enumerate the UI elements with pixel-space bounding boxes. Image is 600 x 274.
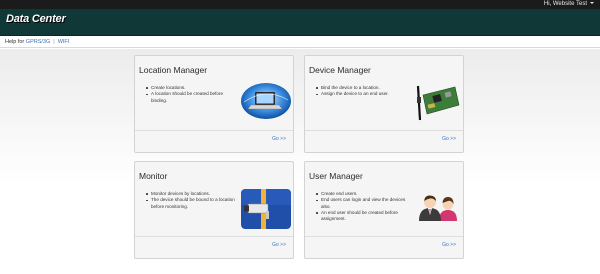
laptop-globe-icon <box>240 82 292 120</box>
card-bullet: The device should be bound to a location… <box>143 197 239 210</box>
card-location-manager: Location Manager Create locations. A loc… <box>134 55 294 153</box>
help-prefix: Help for <box>5 39 25 45</box>
card-divider <box>135 130 293 131</box>
users-icon <box>415 193 459 221</box>
card-bullet: An end user should be created before ass… <box>313 210 409 223</box>
main-content: Location Manager Create locations. A loc… <box>0 49 600 274</box>
card-bullets: Monitor devices by locations. The device… <box>143 191 239 210</box>
card-device-manager: Device Manager Bind the device to a loca… <box>304 55 464 153</box>
card-divider <box>305 236 463 237</box>
user-greeting: Hi, Website Test <box>543 1 587 7</box>
card-bullet: A location should be created before bind… <box>143 91 239 104</box>
top-bar: Hi, Website Test <box>0 0 600 9</box>
brand-logo[interactable]: Data Center <box>6 13 66 25</box>
go-button[interactable]: Go >> <box>442 136 456 142</box>
help-link-wifi[interactable]: WIFI <box>58 39 70 45</box>
card-divider <box>305 130 463 131</box>
card-bullets: Create locations. A location should be c… <box>143 85 239 104</box>
header: Data Center <box>0 9 600 36</box>
card-title: Monitor <box>139 171 168 181</box>
card-bullet: End users can login and view the devices… <box>313 197 409 210</box>
card-divider <box>135 236 293 237</box>
card-monitor: Monitor Monitor devices by locations. Th… <box>134 161 294 259</box>
go-button[interactable]: Go >> <box>442 242 456 248</box>
card-user-manager: User Manager Create end users. End users… <box>304 161 464 259</box>
card-bullet: Assign the device to an end user. <box>313 91 409 97</box>
go-button[interactable]: Go >> <box>272 136 286 142</box>
go-button[interactable]: Go >> <box>272 242 286 248</box>
card-bullets: Bind the device to a location. Assign th… <box>313 85 409 98</box>
card-bullets: Create end users. End users can login an… <box>313 191 409 222</box>
help-bar: Help for GPRS/3G | WIFI <box>0 36 600 48</box>
user-menu[interactable]: Hi, Website Test <box>544 0 594 9</box>
card-title: Location Manager <box>139 65 208 75</box>
caret-down-icon <box>590 2 594 5</box>
card-title: User Manager <box>309 171 363 181</box>
security-camera-icon <box>241 189 291 229</box>
help-separator: | <box>53 39 55 45</box>
help-link-gprs[interactable]: GPRS/3G <box>26 39 50 45</box>
card-title: Device Manager <box>309 65 371 75</box>
circuit-board-icon <box>411 83 461 123</box>
